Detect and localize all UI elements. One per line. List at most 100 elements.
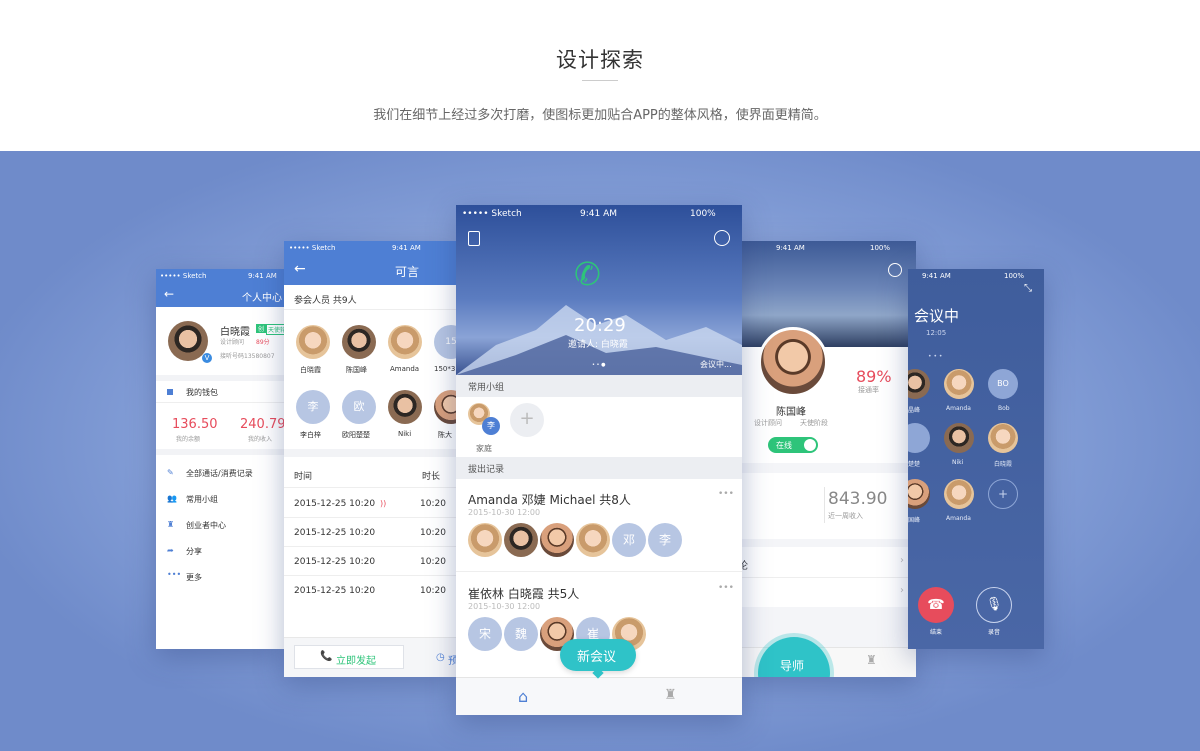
divider bbox=[284, 487, 456, 488]
chess-icon[interactable]: ♜ bbox=[664, 687, 677, 703]
showcase-stage: ••••• Sketch 9:41 AM ← 个人中心 V 白晓霞 创 天使轮 设… bbox=[0, 151, 1200, 751]
income-value: 240.79 bbox=[240, 417, 284, 432]
group-avatar[interactable]: 李 bbox=[482, 417, 500, 435]
participant-name: Amanda bbox=[390, 365, 420, 373]
menu-item[interactable]: 创业者中心 bbox=[186, 520, 226, 531]
more-icon[interactable]: ••• bbox=[718, 489, 734, 499]
page-header: 设计探索 我们在细节上经过多次打磨，使图标更加贴合APP的整体风格，使界面更精简… bbox=[0, 0, 1200, 151]
record-date: 2015-12-25 10:20 bbox=[294, 499, 376, 509]
participant-avatar[interactable]: 魏 bbox=[504, 617, 538, 651]
income-label: 我的收入 bbox=[248, 436, 273, 443]
participant-name: 白晓霞 bbox=[994, 461, 1013, 468]
microphone-button[interactable]: 🎙 bbox=[976, 587, 1012, 623]
call-title[interactable]: Amanda 邓婕 Michael 共8人 bbox=[468, 491, 631, 508]
incoming-call-icon[interactable]: ✆ bbox=[574, 255, 601, 293]
income-card bbox=[738, 473, 916, 539]
participant-avatar[interactable]: 李 bbox=[296, 390, 330, 424]
user-icon[interactable] bbox=[888, 263, 902, 277]
calls-title: 拔出记录 bbox=[468, 465, 505, 475]
divider bbox=[738, 577, 916, 578]
participant-name: Bob bbox=[998, 405, 1010, 412]
chess-icon: ♜ bbox=[167, 520, 175, 529]
meeting-status[interactable]: 会议中... bbox=[700, 359, 732, 370]
home-icon[interactable]: ⌂ bbox=[518, 687, 528, 706]
mentor-avatar[interactable] bbox=[758, 327, 828, 397]
menu-item[interactable]: 常用小组 bbox=[186, 494, 218, 505]
participant-avatar[interactable] bbox=[944, 479, 974, 509]
phone-meeting-detail: ••••• Sketch 9:41 AM ← 可言 参会人员 共9人 15 白晓霞… bbox=[284, 241, 456, 677]
mentor-role: 设计顾问 bbox=[754, 419, 782, 427]
divider bbox=[456, 571, 742, 572]
back-icon[interactable]: ← bbox=[294, 261, 306, 277]
chess-icon[interactable]: ♜ bbox=[866, 653, 877, 667]
new-meeting-label: 新会议 bbox=[577, 650, 617, 665]
participant-name: 陈大 bbox=[438, 431, 452, 439]
participant-avatar[interactable] bbox=[540, 523, 574, 557]
participant-avatar[interactable] bbox=[342, 325, 376, 359]
collapse-icon[interactable]: ⤡ bbox=[1024, 283, 1032, 294]
schedule-label[interactable]: 预 bbox=[448, 652, 456, 667]
phone-mentor-profile: 9:41 AM 100% 89% 接通率 陈国峰 设计顾问 天使阶段 在线 843… bbox=[738, 241, 916, 677]
mentor-label: 导师 bbox=[780, 659, 805, 673]
toggle-knob bbox=[804, 439, 816, 451]
participant-avatar[interactable] bbox=[296, 325, 330, 359]
participant-avatar[interactable]: 欧 bbox=[342, 390, 376, 424]
menu-item[interactable]: 更多 bbox=[186, 572, 202, 583]
group-name: 家庭 bbox=[476, 444, 492, 453]
status-bar: 9:41 AM 100% bbox=[776, 244, 891, 252]
participant-avatar[interactable]: 邓 bbox=[612, 523, 646, 557]
participant-avatar[interactable] bbox=[468, 523, 502, 557]
participant-avatar[interactable] bbox=[504, 523, 538, 557]
menu-item[interactable]: 分享 bbox=[186, 546, 202, 557]
wallet-label[interactable]: 我的钱包 bbox=[186, 387, 218, 398]
badge-angel: 天使轮 bbox=[266, 324, 284, 335]
participant-name: Amanda bbox=[946, 405, 971, 412]
page-dots: • • • bbox=[928, 353, 943, 360]
add-participant-button[interactable]: + bbox=[988, 479, 1018, 509]
contacts-icon[interactable] bbox=[468, 231, 480, 246]
divider bbox=[156, 449, 284, 455]
divider bbox=[284, 309, 456, 310]
record-date: 2015-12-25 10:20 bbox=[294, 528, 376, 538]
phone-icon: 📞 bbox=[320, 651, 333, 662]
more-icon[interactable]: ••• bbox=[718, 583, 734, 593]
participant-avatar[interactable] bbox=[388, 325, 422, 359]
column-time: 时间 bbox=[294, 472, 313, 482]
participant-avatar[interactable]: 李 bbox=[648, 523, 682, 557]
phone-home: ••••• Sketch 9:41 AM 100% ✆ 20:29 邀请人: 白晓霞… bbox=[456, 205, 742, 715]
record-duration: 10:20 bbox=[420, 586, 446, 596]
record-date: 2015-12-25 10:20 bbox=[294, 586, 376, 596]
participants-count: 参会人员 共9人 bbox=[294, 296, 357, 306]
participant-avatar[interactable] bbox=[576, 523, 610, 557]
column-duration: 时长 bbox=[422, 472, 441, 482]
phone-in-meeting: 9:41 AM 100% ⤡ 会议中 12:05 • • • BO 晶峰 Aman… bbox=[908, 269, 1044, 649]
participant-name: 晶峰 bbox=[908, 407, 921, 414]
status-bar: ••••• Sketch 9:41 AM 100% bbox=[462, 209, 716, 219]
hangup-button[interactable]: ☎ bbox=[918, 587, 954, 623]
call-title[interactable]: 崔依林 白晓霞 共5人 bbox=[468, 585, 579, 602]
participant-name: Amanda bbox=[946, 515, 971, 522]
verified-icon: V bbox=[202, 353, 212, 363]
add-group-button[interactable]: + bbox=[510, 403, 544, 437]
participant-avatar[interactable] bbox=[388, 390, 422, 424]
profile-name: 白晓霞 bbox=[220, 327, 250, 338]
profile-menu: ✎ 全部通话/消费记录 👥 常用小组 ♜ 创业者中心 ➦ 分享 ••• 更多 bbox=[156, 449, 284, 582]
divider bbox=[284, 449, 456, 457]
participant-name: 白晓霞 bbox=[300, 366, 321, 374]
participant-avatar[interactable] bbox=[988, 423, 1018, 453]
connect-rate: 89% bbox=[856, 367, 892, 386]
group-icon: 👥 bbox=[167, 494, 177, 503]
participant-avatar[interactable] bbox=[434, 390, 456, 424]
participant-avatar[interactable] bbox=[944, 369, 974, 399]
participant-avatar[interactable] bbox=[908, 369, 930, 399]
participant-avatar[interactable] bbox=[908, 423, 930, 453]
participant-avatar[interactable]: BO bbox=[988, 369, 1018, 399]
participant-avatar[interactable]: 宋 bbox=[468, 617, 502, 651]
participant-avatar[interactable]: 15 bbox=[434, 325, 456, 359]
divider bbox=[824, 487, 825, 523]
menu-item[interactable]: 全部通话/消费记录 bbox=[186, 468, 253, 479]
participant-avatar[interactable] bbox=[908, 479, 930, 509]
participant-avatar[interactable] bbox=[944, 423, 974, 453]
back-icon[interactable]: ← bbox=[164, 287, 174, 301]
user-icon[interactable] bbox=[714, 230, 730, 246]
